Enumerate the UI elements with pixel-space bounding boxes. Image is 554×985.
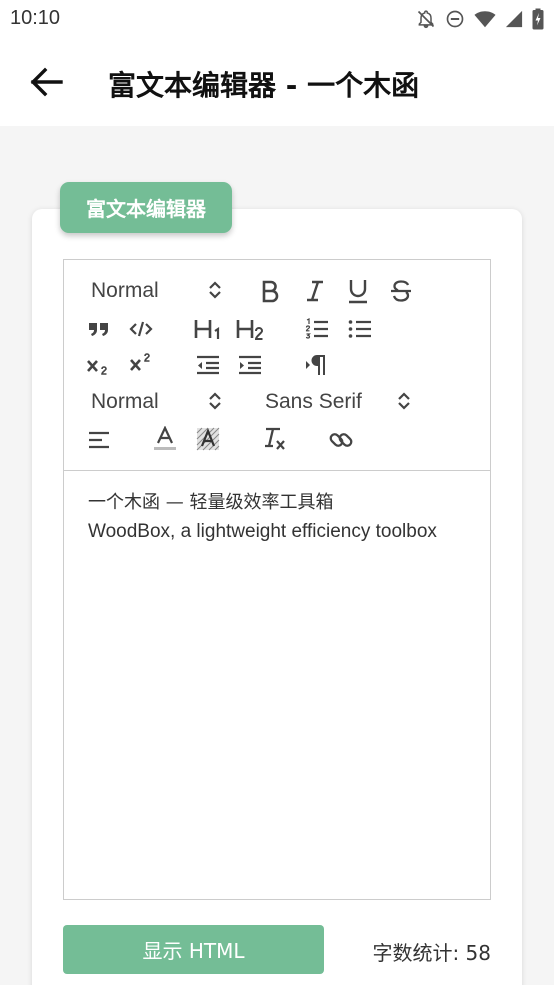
- arrow-back-icon: [30, 67, 63, 97]
- background-color-icon: [196, 427, 220, 451]
- font-select-value: Sans Serif: [265, 390, 362, 413]
- italic-button[interactable]: [305, 278, 327, 304]
- notifications-off-icon: [417, 10, 435, 29]
- page-title: 富文本编辑器 - 一个木函: [108, 69, 420, 102]
- size-select[interactable]: Normal: [91, 389, 221, 415]
- font-select[interactable]: Sans Serif: [265, 389, 410, 415]
- outdent-icon: [197, 355, 219, 375]
- bullet-list-button[interactable]: [348, 317, 372, 341]
- header-select-value: Normal: [91, 279, 159, 302]
- editor-content[interactable]: 一个木函 — 轻量级效率工具箱 WoodBox, a lightweight e…: [88, 488, 478, 546]
- bold-icon: [262, 280, 279, 303]
- heading-1-icon: [194, 320, 220, 339]
- editor-line: 一个木函 — 轻量级效率工具箱: [88, 492, 334, 513]
- ordered-list-button[interactable]: [305, 317, 329, 341]
- app-bar: 富文本编辑器 - 一个木函: [0, 38, 554, 126]
- bullet-list-icon: [348, 320, 371, 338]
- text-direction-icon: [306, 355, 325, 375]
- text-direction-button[interactable]: [305, 354, 329, 376]
- status-icons: [416, 8, 544, 30]
- align-button[interactable]: [88, 429, 112, 451]
- code-icon: [129, 321, 153, 337]
- select-caret-icon: [398, 392, 410, 410]
- outdent-button[interactable]: [196, 354, 220, 376]
- link-icon: [329, 433, 353, 447]
- underline-icon: [349, 280, 367, 304]
- cell-signal-icon: [505, 10, 523, 28]
- show-html-button[interactable]: 显示 HTML: [63, 925, 324, 974]
- background-color-button[interactable]: [196, 427, 220, 451]
- heading-1-button[interactable]: [194, 316, 222, 342]
- battery-icon: [532, 8, 544, 30]
- text-color-icon: [154, 426, 176, 450]
- editor-line: WoodBox, a lightweight efficiency toolbo…: [88, 521, 437, 542]
- editor-toolbar: Normal Normal Sans Serif: [64, 260, 490, 471]
- code-block-button[interactable]: [129, 318, 153, 340]
- back-button[interactable]: [26, 62, 66, 102]
- wifi-icon: [474, 11, 496, 28]
- superscript-button[interactable]: [129, 351, 155, 377]
- underline-button[interactable]: [348, 277, 370, 305]
- heading-2-button[interactable]: [236, 316, 266, 342]
- clear-format-icon: [265, 427, 285, 450]
- rich-text-editor: Normal Normal Sans Serif 一个木函 — 轻量级效率工具箱…: [63, 259, 491, 900]
- indent-button[interactable]: [238, 354, 262, 376]
- status-bar: 10:10: [0, 0, 554, 38]
- italic-icon: [307, 280, 323, 302]
- select-caret-icon: [209, 281, 221, 299]
- clear-format-button[interactable]: [262, 426, 288, 452]
- text-color-button[interactable]: [153, 426, 177, 452]
- status-time: 10:10: [10, 7, 61, 29]
- bold-button[interactable]: [260, 278, 282, 304]
- strikethrough-button[interactable]: [390, 278, 414, 304]
- subscript-icon: [87, 360, 107, 375]
- link-button[interactable]: [328, 427, 354, 453]
- superscript-icon: [130, 353, 150, 371]
- card-tag: 富文本编辑器: [60, 182, 232, 233]
- size-select-value: Normal: [91, 390, 159, 413]
- blockquote-icon: [89, 323, 108, 336]
- strikethrough-icon: [391, 280, 411, 302]
- subscript-button[interactable]: [86, 353, 112, 379]
- indent-icon: [239, 355, 261, 375]
- select-caret-icon: [209, 392, 221, 410]
- do-not-disturb-icon: [446, 10, 464, 28]
- header-select[interactable]: Normal: [91, 278, 221, 304]
- ordered-list-icon: [305, 318, 328, 339]
- align-left-icon: [89, 431, 109, 449]
- word-count: 字数统计: 58: [372, 941, 491, 965]
- heading-2-icon: [236, 320, 264, 340]
- blockquote-button[interactable]: [88, 318, 110, 340]
